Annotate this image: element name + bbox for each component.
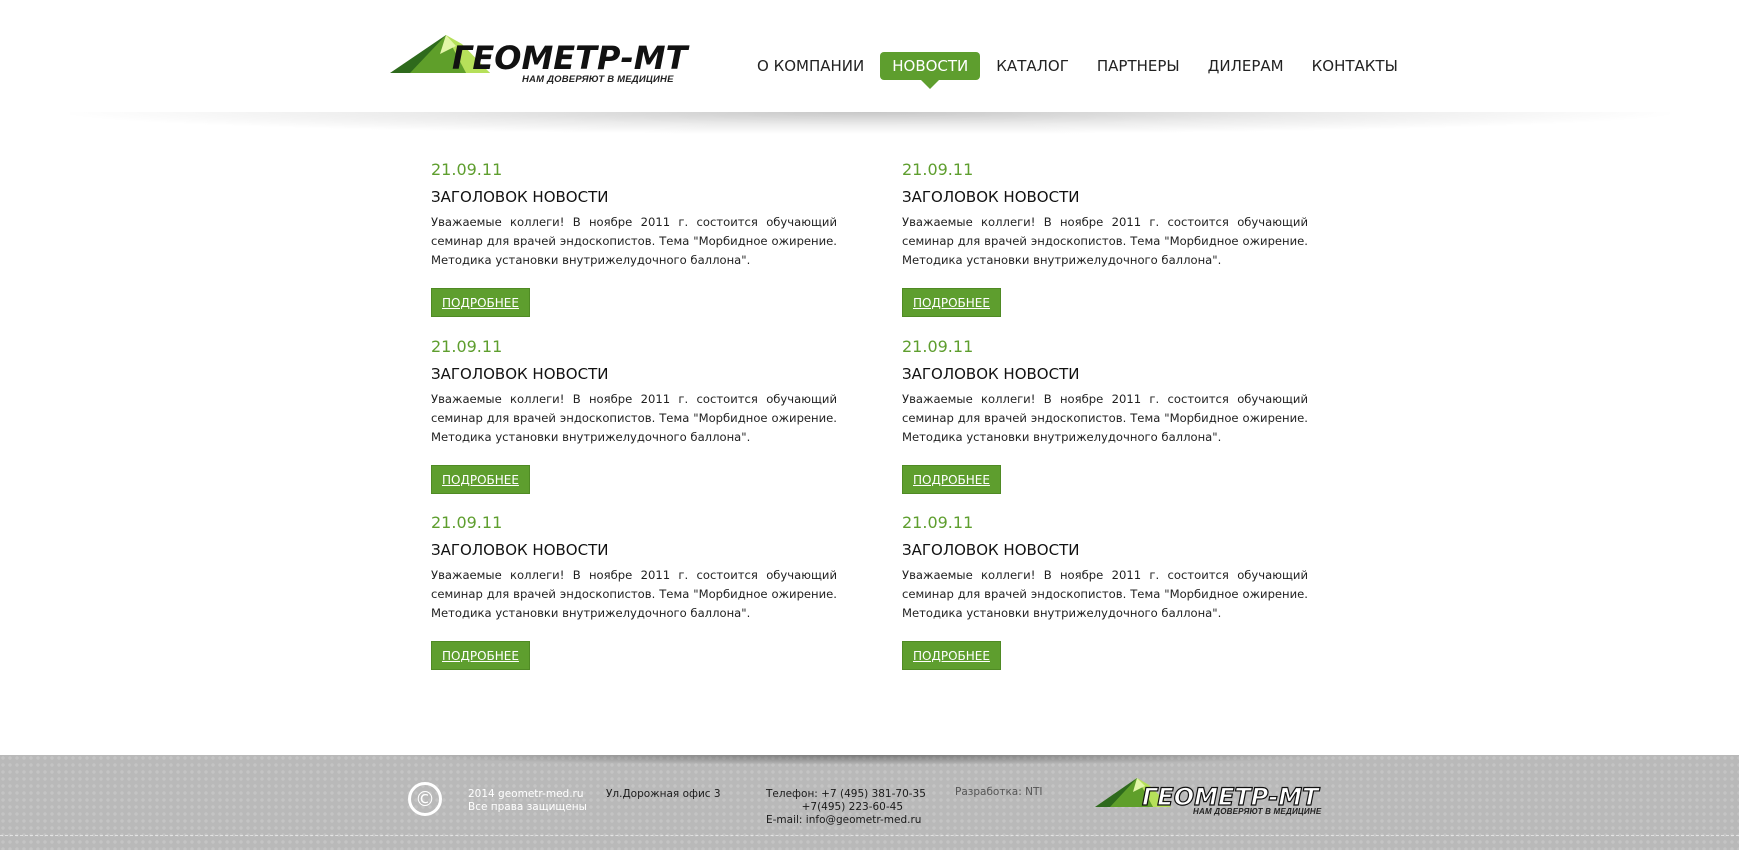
site-logo[interactable]: ГЕОМЕТР-МТ НАМ ДОВЕРЯЮТ В МЕДИЦИНЕ bbox=[390, 34, 692, 88]
site-footer: © 2014 geometr-med.ru Все права защищены… bbox=[0, 755, 1739, 850]
nav-item-news[interactable]: НОВОСТИ bbox=[880, 52, 981, 89]
news-item: 21.09.11 ЗАГОЛОВОК НОВОСТИ Уважаемые кол… bbox=[431, 513, 837, 670]
news-text: Уважаемые коллеги! В ноябре 2011 г. сост… bbox=[431, 568, 837, 620]
news-title[interactable]: ЗАГОЛОВОК НОВОСТИ bbox=[902, 364, 1308, 384]
news-text: Уважаемые коллеги! В ноябре 2011 г. сост… bbox=[902, 568, 1308, 620]
news-date: 21.09.11 bbox=[431, 337, 503, 356]
more-button[interactable]: ПОДРОБНЕЕ bbox=[431, 641, 530, 670]
main-nav: О КОМПАНИИ НОВОСТИ КАТАЛОГ ПАРТНЕРЫ ДИЛЕ… bbox=[745, 51, 1414, 89]
copyright-icon: © bbox=[408, 782, 442, 816]
news-date: 21.09.11 bbox=[431, 160, 503, 179]
more-button[interactable]: ПОДРОБНЕЕ bbox=[902, 465, 1001, 494]
news-title[interactable]: ЗАГОЛОВОК НОВОСТИ bbox=[431, 364, 837, 384]
footer-developer[interactable]: Разработка: NTI bbox=[955, 786, 1042, 799]
footer-shadow bbox=[380, 755, 1360, 765]
footer-site[interactable]: 2014 geometr-med.ru bbox=[468, 788, 584, 801]
nav-item-partners[interactable]: ПАРТНЕРЫ bbox=[1085, 52, 1192, 80]
nav-item-contacts[interactable]: КОНТАКТЫ bbox=[1300, 52, 1410, 80]
footer-rights: Все права защищены bbox=[468, 801, 587, 813]
footer-phone-1: Телефон: +7 (495) 381-70-35 bbox=[766, 788, 926, 800]
footer-logo-tagline: НАМ ДОВЕРЯЮТ В МЕДИЦИНЕ bbox=[1193, 807, 1322, 816]
more-button[interactable]: ПОДРОБНЕЕ bbox=[431, 465, 530, 494]
footer-logo[interactable]: ГЕОМЕТР-МТ НАМ ДОВЕРЯЮТ В МЕДИЦИНЕ bbox=[1095, 777, 1325, 823]
nav-item-catalog[interactable]: КАТАЛОГ bbox=[984, 52, 1081, 80]
news-title[interactable]: ЗАГОЛОВОК НОВОСТИ bbox=[902, 187, 1308, 207]
news-item: 21.09.11 ЗАГОЛОВОК НОВОСТИ Уважаемые кол… bbox=[902, 160, 1308, 317]
news-item: 21.09.11 ЗАГОЛОВОК НОВОСТИ Уважаемые кол… bbox=[902, 513, 1308, 670]
news-item: 21.09.11 ЗАГОЛОВОК НОВОСТИ Уважаемые кол… bbox=[431, 160, 837, 317]
news-text: Уважаемые коллеги! В ноябре 2011 г. сост… bbox=[902, 215, 1308, 267]
news-date: 21.09.11 bbox=[902, 160, 974, 179]
more-button[interactable]: ПОДРОБНЕЕ bbox=[902, 641, 1001, 670]
news-title[interactable]: ЗАГОЛОВОК НОВОСТИ bbox=[431, 540, 837, 560]
nav-item-about[interactable]: О КОМПАНИИ bbox=[745, 52, 876, 80]
more-button[interactable]: ПОДРОБНЕЕ bbox=[431, 288, 530, 317]
site-header: ГЕОМЕТР-МТ НАМ ДОВЕРЯЮТ В МЕДИЦИНЕ О КОМ… bbox=[0, 0, 1739, 118]
footer-email[interactable]: E-mail: info@geometr-med.ru bbox=[766, 814, 921, 827]
news-title[interactable]: ЗАГОЛОВОК НОВОСТИ bbox=[431, 187, 837, 207]
nav-item-dealers[interactable]: ДИЛЕРАМ bbox=[1196, 52, 1296, 80]
footer-address: Ул.Дорожная офис 3 bbox=[606, 788, 721, 800]
svg-text:ГЕОМЕТР-МТ: ГЕОМЕТР-МТ bbox=[452, 39, 690, 77]
news-item: 21.09.11 ЗАГОЛОВОК НОВОСТИ Уважаемые кол… bbox=[431, 337, 837, 494]
news-item: 21.09.11 ЗАГОЛОВОК НОВОСТИ Уважаемые кол… bbox=[902, 337, 1308, 494]
footer-phone-2: +7(495) 223-60-45 bbox=[801, 801, 903, 813]
news-date: 21.09.11 bbox=[902, 513, 974, 532]
more-button[interactable]: ПОДРОБНЕЕ bbox=[902, 288, 1001, 317]
news-text: Уважаемые коллеги! В ноябре 2011 г. сост… bbox=[902, 392, 1308, 444]
logo-tagline: НАМ ДОВЕРЯЮТ В МЕДИЦИНЕ bbox=[522, 74, 674, 85]
footer-divider bbox=[0, 835, 1739, 836]
news-title[interactable]: ЗАГОЛОВОК НОВОСТИ bbox=[902, 540, 1308, 560]
news-date: 21.09.11 bbox=[431, 513, 503, 532]
footer-logo-mountain-icon: ГЕОМЕТР-МТ bbox=[1095, 778, 1321, 812]
news-text: Уважаемые коллеги! В ноябре 2011 г. сост… bbox=[431, 392, 837, 444]
news-text: Уважаемые коллеги! В ноябре 2011 г. сост… bbox=[431, 215, 837, 267]
news-date: 21.09.11 bbox=[902, 337, 974, 356]
header-shadow bbox=[70, 112, 1670, 134]
